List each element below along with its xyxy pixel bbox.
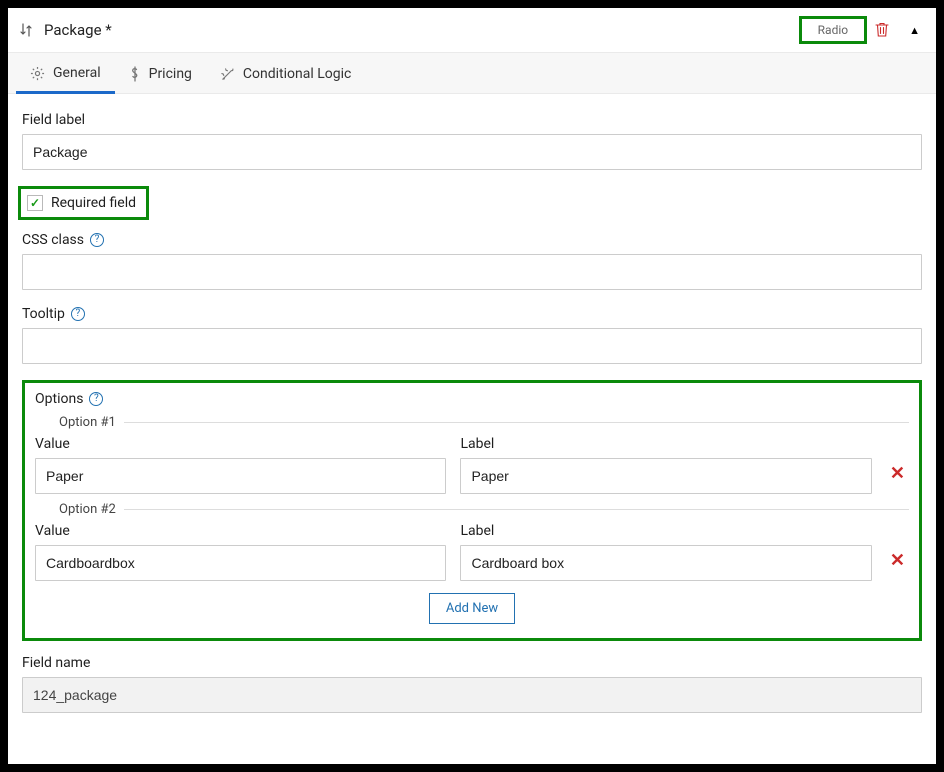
drag-handle-icon[interactable] [18,22,40,38]
help-icon[interactable]: ? [89,392,103,406]
field-name-input [22,677,922,713]
delete-option-icon[interactable]: ✕ [886,455,909,494]
tab-pricing[interactable]: Pricing [115,53,206,93]
dollar-icon [129,66,141,82]
tooltip-input[interactable] [22,328,922,364]
checkbox-icon: ✓ [27,195,43,211]
option-label-label: Label [460,523,871,539]
option-label-input[interactable] [460,458,871,494]
help-icon[interactable]: ? [90,233,104,247]
delete-option-icon[interactable]: ✕ [886,542,909,581]
css-class-label: CSS class [22,232,84,248]
wand-icon [220,67,235,82]
divider [124,422,909,423]
tab-pricing-label: Pricing [149,66,192,82]
tab-conditional[interactable]: Conditional Logic [206,53,365,93]
divider [124,509,909,510]
option-value-label: Value [35,523,446,539]
option-label-input[interactable] [460,545,871,581]
option-title: Option #2 [51,502,124,517]
field-type-badge: Radio [799,16,867,44]
options-label: Options [35,391,83,407]
tab-general[interactable]: General [16,53,115,94]
css-class-input[interactable] [22,254,922,290]
help-icon[interactable]: ? [71,307,85,321]
tab-conditional-label: Conditional Logic [243,66,351,82]
option-value-label: Value [35,436,446,452]
option-value-input[interactable] [35,458,446,494]
field-name-label: Field name [22,655,922,671]
required-field-label: Required field [51,195,136,211]
required-field-toggle[interactable]: ✓ Required field [18,186,149,220]
option-label-label: Label [460,436,871,452]
field-label-input[interactable] [22,134,922,170]
option-title: Option #1 [51,415,124,430]
delete-field-icon[interactable] [875,22,889,38]
tab-general-label: General [53,65,101,81]
tooltip-label: Tooltip [22,306,65,322]
option-value-input[interactable] [35,545,446,581]
collapse-toggle-icon[interactable]: ▲ [903,20,926,41]
add-new-option-button[interactable]: Add New [429,593,515,624]
gear-icon [30,66,45,81]
field-header-title: Package * [40,21,799,39]
field-label-label: Field label [22,112,922,128]
